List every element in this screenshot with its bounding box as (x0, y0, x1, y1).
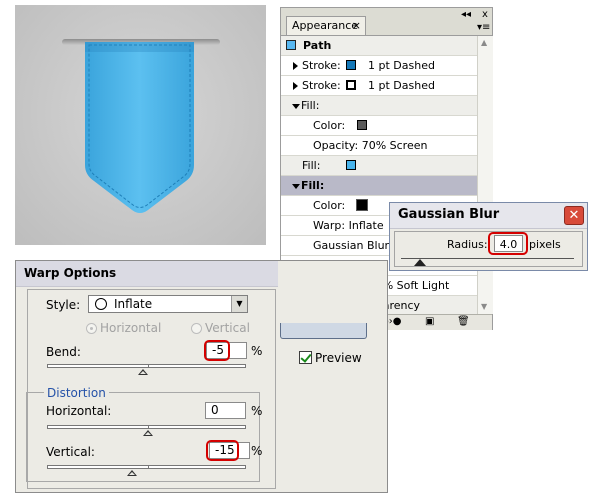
style-label: Style: (46, 298, 81, 312)
radius-highlight (488, 232, 528, 255)
distortion-vertical-label: Vertical: (46, 445, 95, 459)
stroke-2-label: Stroke: (302, 79, 341, 92)
duplicate-item-icon[interactable]: ▣ (425, 316, 434, 327)
fill-1-color-swatch[interactable] (357, 120, 367, 130)
slider-center-tick (148, 466, 149, 468)
delete-item-icon[interactable]: 🗑 (457, 316, 470, 327)
panel-menu-icon[interactable]: ▾≡ (477, 22, 490, 33)
fill-2-swatch[interactable] (346, 160, 356, 170)
style-value: Inflate (114, 297, 153, 311)
distortion-horizontal-input[interactable]: 0 (205, 402, 246, 419)
gaussian-blur-title: Gaussian Blur (398, 207, 500, 222)
ribbon-artwork (62, 39, 220, 213)
tab-appearance[interactable]: Appearance × (286, 16, 366, 35)
horizontal-radio[interactable] (86, 323, 97, 334)
expand-arrow-icon[interactable] (293, 62, 298, 70)
distortion-label: Distortion (44, 386, 109, 400)
distortion-vertical-highlight (206, 440, 239, 461)
list-item-stroke-2[interactable]: Stroke: 1 pt Dashed (281, 76, 477, 96)
style-dropdown[interactable]: Inflate ▼ (88, 295, 248, 313)
scroll-up-icon[interactable]: ▲ (481, 38, 487, 47)
stroke-1-label: Stroke: (302, 59, 341, 72)
tab-appearance-label: Appearance (292, 19, 359, 32)
radius-slider-track[interactable] (401, 258, 574, 259)
list-item-fill-1-opacity[interactable]: Opacity: 70% Screen (281, 136, 477, 156)
horizontal-radio-label: Horizontal (100, 321, 162, 335)
list-item-fill-2[interactable]: Fill: (281, 156, 477, 176)
appearance-tabbar: Appearance × ◂◂ x ▾≡ (281, 8, 492, 36)
preview-checkbox[interactable] (299, 351, 312, 364)
radius-label: Radius: (447, 238, 488, 251)
list-item-fill-3[interactable]: Fill: (281, 176, 477, 196)
radius-group: Radius: 4.0 pixels (394, 231, 583, 267)
fill-3-label: Fill: (301, 179, 325, 192)
distortion-horizontal-slider-track[interactable] (47, 425, 246, 429)
distortion-horizontal-label: Horizontal: (46, 404, 112, 418)
radius-unit: pixels (529, 238, 561, 251)
bend-percent: % (251, 344, 263, 358)
collapse-arrow-icon[interactable] (292, 184, 300, 189)
list-item-fill-1[interactable]: Fill: (281, 96, 477, 116)
chevron-down-icon[interactable]: ▼ (231, 296, 247, 312)
warp-options-titlebar[interactable]: Warp Options (16, 261, 278, 287)
close-panel-icon[interactable]: x (482, 9, 488, 20)
bend-label: Bend: (46, 345, 81, 359)
collapse-panel-icon[interactable]: ◂◂ (461, 9, 471, 20)
blur-effect: Gaussian Blur (313, 239, 390, 252)
stroke-1-swatch[interactable] (346, 60, 356, 70)
radius-slider-thumb[interactable] (414, 259, 426, 266)
fill-1-opacity: Opacity: 70% Screen (313, 139, 428, 152)
appearance-scrollbar[interactable]: ▲ ▼ (477, 36, 493, 314)
stroke-1-value: 1 pt Dashed (368, 59, 435, 72)
vertical-radio[interactable] (191, 323, 202, 334)
list-item-path[interactable]: Path (281, 36, 477, 56)
tab-close-icon[interactable]: × (352, 19, 361, 32)
list-item-stroke-1[interactable]: Stroke: 1 pt Dashed (281, 56, 477, 76)
warp-options-title: Warp Options (24, 266, 117, 280)
cancel-button[interactable] (280, 323, 367, 339)
distortion-horizontal-percent: % (251, 404, 263, 418)
close-icon[interactable]: ✕ (564, 206, 584, 225)
fill-1-label: Fill: (301, 99, 320, 112)
bend-slider-thumb[interactable] (138, 369, 148, 375)
stroke-2-value: 1 pt Dashed (368, 79, 435, 92)
fill-3-color-label: Color: (313, 199, 346, 212)
bend-highlight (204, 340, 230, 361)
scroll-down-icon[interactable]: ▼ (481, 302, 487, 311)
vertical-radio-label: Vertical (205, 321, 250, 335)
gaussian-blur-titlebar[interactable]: Gaussian Blur ✕ (390, 203, 587, 229)
distortion-vertical-slider-track[interactable] (47, 465, 246, 469)
path-label: Path (303, 39, 332, 52)
preview-label: Preview (315, 351, 362, 365)
slider-center-tick (148, 365, 149, 367)
warp-effect: Warp: Inflate (313, 219, 384, 232)
distortion-vertical-slider-thumb[interactable] (127, 470, 137, 476)
distortion-vertical-percent: % (251, 444, 263, 458)
fill-2-label: Fill: (302, 159, 321, 172)
list-item-fill-1-color[interactable]: Color: (281, 116, 477, 136)
inflate-icon (95, 298, 107, 310)
distortion-horizontal-slider-thumb[interactable] (143, 430, 153, 436)
slider-center-tick (148, 426, 149, 428)
ribbon-preview (15, 5, 266, 245)
expand-arrow-icon[interactable] (293, 82, 298, 90)
path-thumbnail-icon (286, 40, 296, 50)
fill-1-color-label: Color: (313, 119, 346, 132)
stroke-2-swatch[interactable] (346, 80, 356, 90)
collapse-arrow-icon[interactable] (292, 104, 300, 109)
fill-3-color-swatch[interactable] (356, 199, 368, 211)
bend-slider-track[interactable] (47, 364, 246, 368)
gaussian-blur-dialog: Gaussian Blur ✕ Radius: 4.0 pixels (389, 202, 588, 271)
